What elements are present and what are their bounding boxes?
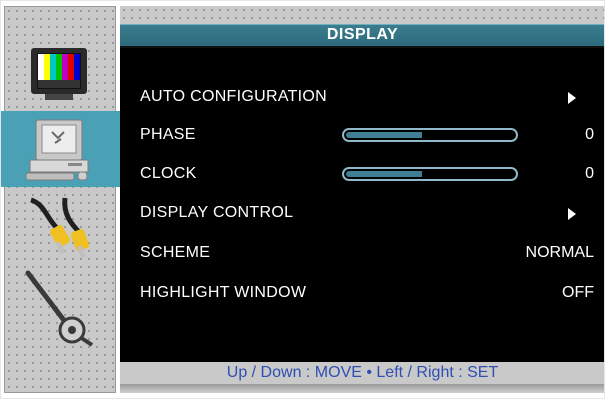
menu-item-label: SCHEME <box>140 244 211 261</box>
sidebar-item-picture[interactable] <box>5 35 115 111</box>
menu-item-label: DISPLAY CONTROL <box>140 204 294 221</box>
menu-item-label: PHASE <box>140 126 196 143</box>
submenu-arrow-icon <box>568 92 576 104</box>
phase-slider-fill <box>346 132 422 138</box>
menu-item-label: CLOCK <box>140 165 197 182</box>
submenu-arrow-icon <box>568 208 576 220</box>
help-bar: Up / Down : MOVE • Left / Right : SET <box>120 362 605 384</box>
phase-slider[interactable] <box>342 128 518 142</box>
menu-item-auto-configuration[interactable]: AUTO CONFIGURATION <box>120 86 605 110</box>
menu-item-display-control[interactable]: DISPLAY CONTROL <box>120 202 605 226</box>
clock-slider-fill <box>346 171 422 177</box>
bottom-band <box>120 384 605 393</box>
clock-value: 0 <box>585 165 594 182</box>
sidebar-item-audio-video[interactable] <box>5 187 115 263</box>
computer-icon <box>25 119 88 181</box>
sidebar-item-tools[interactable] <box>5 269 115 347</box>
av-cables-icon <box>30 197 90 259</box>
osd-menu: DISPLAY AUTO CONFIGURATION PHASE 0 CLOCK… <box>0 0 605 399</box>
menu-header: DISPLAY <box>120 24 605 46</box>
menu-panel: AUTO CONFIGURATION PHASE 0 CLOCK 0 DISPL… <box>120 46 605 364</box>
phase-value: 0 <box>585 126 594 143</box>
top-band <box>120 6 605 24</box>
highlight-window-value: OFF <box>562 284 594 301</box>
wrench-icon <box>25 270 94 347</box>
help-text: Up / Down : MOVE • Left / Right : SET <box>226 364 499 381</box>
clock-slider[interactable] <box>342 167 518 181</box>
menu-item-scheme[interactable]: SCHEME NORMAL <box>120 242 605 266</box>
menu-item-label: AUTO CONFIGURATION <box>140 88 328 105</box>
menu-title: DISPLAY <box>326 26 399 43</box>
color-bars-monitor-icon <box>31 48 87 100</box>
menu-item-clock[interactable]: CLOCK 0 <box>120 163 605 187</box>
menu-item-label: HIGHLIGHT WINDOW <box>140 284 307 301</box>
menu-item-highlight-window[interactable]: HIGHLIGHT WINDOW OFF <box>120 282 605 306</box>
menu-item-phase[interactable]: PHASE 0 <box>120 124 605 148</box>
scheme-value: NORMAL <box>525 244 594 261</box>
sidebar-item-display[interactable] <box>1 111 120 187</box>
sidebar-icon-rail <box>1 6 120 393</box>
